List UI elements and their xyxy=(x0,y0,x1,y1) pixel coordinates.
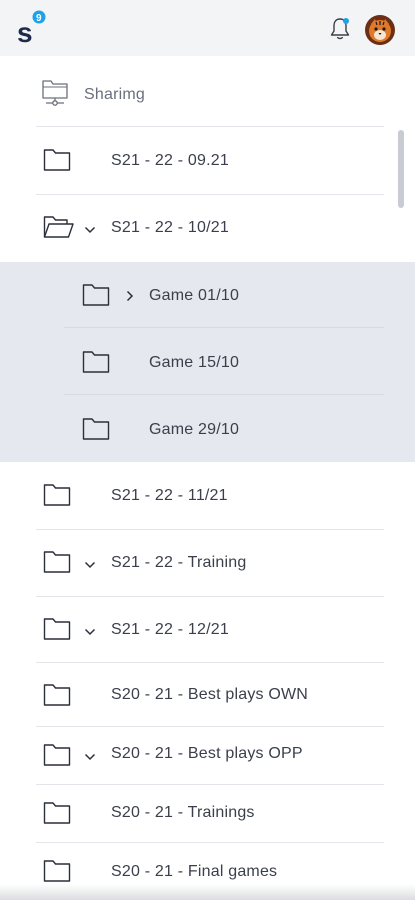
app-header: s 9 xyxy=(0,0,415,56)
folder-icon xyxy=(43,148,71,177)
chevron-down-icon[interactable] xyxy=(84,749,96,767)
folder-label: S20 - 21 - Final games xyxy=(111,863,278,880)
tree-root-sharing[interactable]: Sharimg xyxy=(0,64,415,128)
chevron-down-icon[interactable] xyxy=(84,557,96,575)
divider xyxy=(36,126,384,127)
subfolder-row[interactable]: Game 15/10 xyxy=(0,329,415,395)
folder-row[interactable]: S21 - 22 - 11/21 xyxy=(0,463,415,529)
bell-icon[interactable] xyxy=(328,16,352,42)
folder-icon xyxy=(43,550,71,579)
folder-row[interactable]: S21 - 22 - 12/21 xyxy=(0,597,415,663)
folder-row[interactable]: S21 - 22 - Training xyxy=(0,530,415,596)
folder-row[interactable]: S21 - 22 - 09.21 xyxy=(0,128,415,194)
folder-row-expanded[interactable]: S21 - 22 - 10/21 xyxy=(0,195,415,261)
chevron-down-icon[interactable] xyxy=(84,624,96,642)
subfolder-row[interactable]: Game 01/10 xyxy=(0,262,415,328)
folder-icon xyxy=(43,801,71,830)
shared-folder-icon xyxy=(41,78,69,113)
folder-icon xyxy=(82,417,110,446)
tree-root-label: Sharimg xyxy=(84,86,145,103)
logo-letter: s xyxy=(17,17,33,46)
folder-label: Game 29/10 xyxy=(149,421,240,438)
folder-label: S21 - 22 - Training xyxy=(111,554,247,571)
folder-label: S20 - 21 - Best plays OPP xyxy=(111,745,303,762)
chevron-down-icon[interactable] xyxy=(84,222,96,240)
folder-icon xyxy=(82,350,110,379)
subfolder-row[interactable]: Game 29/10 xyxy=(0,396,415,462)
user-avatar[interactable] xyxy=(365,15,395,45)
folder-label: Game 01/10 xyxy=(149,287,240,304)
folder-row[interactable]: S20 - 21 - Best plays OWN xyxy=(0,663,415,727)
folder-tree: Sharimg S21 - 22 - 09.21 S21 - 22 - 10/2… xyxy=(0,56,415,900)
folder-icon xyxy=(43,617,71,646)
chevron-right-icon[interactable] xyxy=(125,289,135,307)
folder-label: S21 - 22 - 12/21 xyxy=(111,621,229,638)
folder-label: S21 - 22 - 09.21 xyxy=(111,152,229,169)
folder-icon xyxy=(43,483,71,512)
folder-open-icon xyxy=(43,215,75,244)
folder-row[interactable]: S20 - 21 - Trainings xyxy=(0,785,415,843)
folder-label: Game 15/10 xyxy=(149,354,240,371)
folder-label: S20 - 21 - Trainings xyxy=(111,804,255,821)
logo-badge: 9 xyxy=(36,13,42,24)
folder-label: S20 - 21 - Best plays OWN xyxy=(111,686,309,703)
bottom-edge-shadow xyxy=(0,884,415,900)
folder-label: S21 - 22 - 10/21 xyxy=(111,219,229,236)
app-logo[interactable]: s 9 xyxy=(16,10,48,48)
folder-row[interactable]: S20 - 21 - Best plays OPP xyxy=(0,727,415,785)
folder-icon xyxy=(43,743,71,772)
folder-icon xyxy=(82,283,110,312)
folder-label: S21 - 22 - 11/21 xyxy=(111,487,228,504)
vertical-scrollbar[interactable] xyxy=(398,130,404,208)
folder-icon xyxy=(43,683,71,712)
